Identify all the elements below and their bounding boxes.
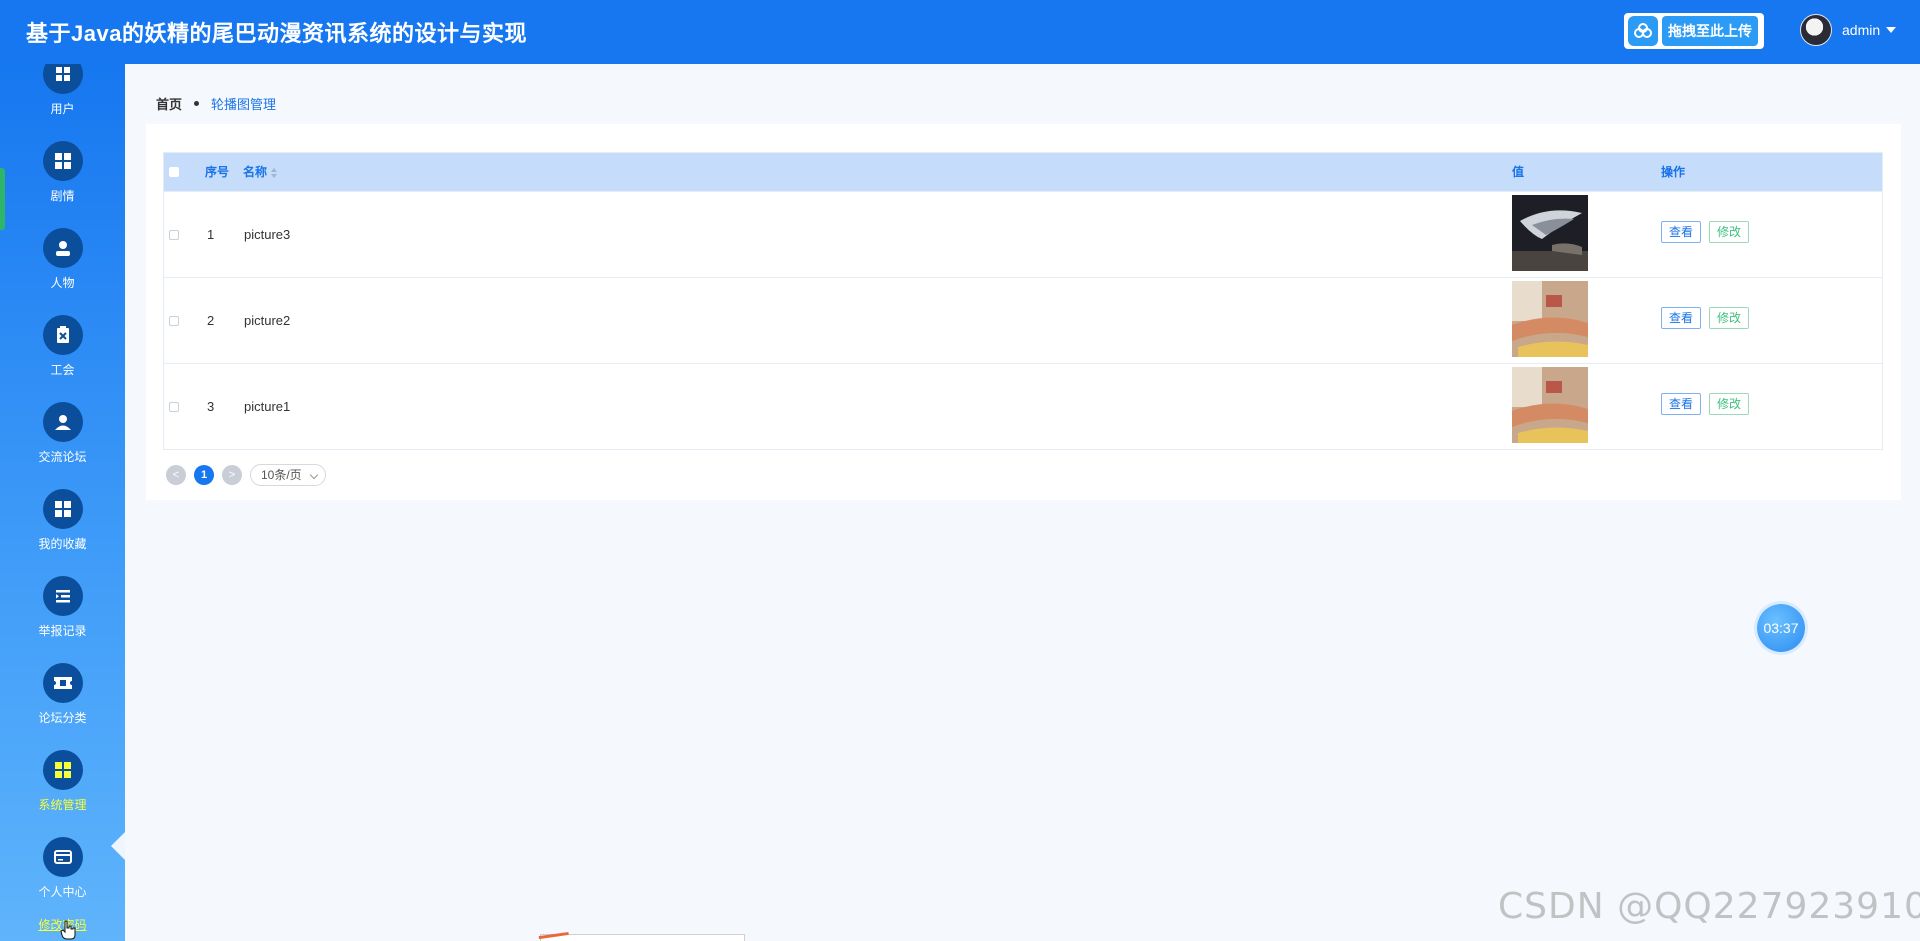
- column-header-name-label: 名称: [243, 165, 268, 179]
- app-title: 基于Java的妖精的尾巴动漫资讯系统的设计与实现: [26, 21, 527, 46]
- user-menu[interactable]: admin: [1800, 14, 1897, 46]
- edit-button[interactable]: 修改: [1709, 393, 1750, 415]
- breadcrumb-current: 轮播图管理: [211, 97, 277, 112]
- row-index: 1: [207, 227, 215, 242]
- row-checkbox[interactable]: [169, 230, 179, 240]
- sidebar-item-label: 举报记录: [38, 624, 87, 638]
- row-checkbox[interactable]: [169, 316, 179, 326]
- view-button[interactable]: 查看: [1661, 393, 1702, 415]
- sidebar-item-label: 用户: [50, 102, 75, 116]
- sidebar-item-system[interactable]: 系统管理: [0, 750, 125, 813]
- next-page-button[interactable]: >: [222, 465, 242, 485]
- caret-down-icon: [1886, 27, 1897, 33]
- sidebar-item-guild[interactable]: 工会: [0, 315, 125, 378]
- partial-window-edge: [540, 934, 745, 941]
- prev-page-button[interactable]: <: [166, 465, 186, 485]
- sidebar-item-label: 我的收藏: [38, 537, 87, 551]
- sidebar-item-label: 交流论坛: [38, 450, 87, 464]
- table-row: 3 picture1 查看 修改: [164, 363, 1882, 449]
- view-button[interactable]: 查看: [1661, 221, 1702, 243]
- content-card: 序号 名称 值 操作 1 picture3 查看 修改 2 picture2 查…: [146, 124, 1901, 500]
- page-size-select[interactable]: 10条/页: [250, 464, 326, 486]
- row-thumbnail-image[interactable]: [1512, 281, 1588, 357]
- row-thumbnail-image[interactable]: [1512, 195, 1588, 271]
- sidebar-item-plot[interactable]: 剧情: [0, 141, 125, 204]
- username: admin: [1842, 22, 1881, 38]
- top-bar: 基于Java的妖精的尾巴动漫资讯系统的设计与实现 拖拽至此上传 admin: [0, 0, 1920, 64]
- person-icon: [42, 228, 83, 268]
- pagination: < 1 > 10条/页: [166, 464, 326, 486]
- edit-button[interactable]: 修改: [1709, 307, 1750, 329]
- view-button[interactable]: 查看: [1661, 307, 1702, 329]
- sidebar-item-label: 剧情: [50, 189, 75, 203]
- watermark-text: CSDN @QQ2279239102: [1498, 886, 1920, 927]
- grid-icon: [42, 489, 83, 529]
- page-number-button[interactable]: 1: [194, 465, 214, 485]
- select-all-checkbox[interactable]: [169, 167, 179, 177]
- table-header: 序号 名称 值 操作: [164, 153, 1882, 191]
- cursor-hand-icon: [60, 920, 76, 940]
- ticket-icon: [42, 663, 83, 703]
- table-row: 1 picture3 查看 修改: [164, 191, 1882, 277]
- sidebar-item-user[interactable]: 用户: [0, 64, 125, 117]
- sidebar-item-label: 人物: [50, 276, 75, 290]
- sidebar-item-characters[interactable]: 人物: [0, 228, 125, 291]
- edit-button[interactable]: 修改: [1709, 221, 1750, 243]
- sidebar-item-forum[interactable]: 交流论坛: [0, 402, 125, 465]
- clipboard-x-icon: [42, 315, 83, 355]
- sort-icon[interactable]: [271, 167, 278, 178]
- timer-badge[interactable]: 03:37: [1757, 604, 1805, 652]
- sidebar: 用户 剧情 人物 工会 交流论坛 我的收藏 举报记录 论坛分类 系统管理 个人中…: [0, 64, 125, 941]
- breadcrumb-separator-dot: [194, 101, 200, 106]
- column-header-index: 序号: [205, 165, 230, 179]
- cloud-upload-icon: [1628, 16, 1658, 46]
- sidebar-item-favorites[interactable]: 我的收藏: [0, 489, 125, 552]
- user-icon: [42, 64, 83, 94]
- column-header-value: 值: [1512, 165, 1525, 179]
- avatar: [1800, 14, 1832, 46]
- table-row: 2 picture2 查看 修改: [164, 277, 1882, 363]
- sidebar-item-profile[interactable]: 个人中心: [0, 837, 125, 900]
- row-checkbox[interactable]: [169, 402, 179, 412]
- carousel-table: 序号 名称 值 操作 1 picture3 查看 修改 2 picture2 查…: [163, 152, 1883, 450]
- row-name: picture3: [244, 227, 291, 242]
- sidebar-item-label: 系统管理: [38, 798, 87, 812]
- sidebar-item-label: 个人中心: [38, 885, 87, 899]
- row-name: picture1: [244, 399, 291, 414]
- breadcrumb-home[interactable]: 首页: [156, 94, 182, 113]
- column-header-actions: 操作: [1661, 165, 1686, 179]
- row-index: 2: [207, 313, 215, 328]
- upload-label: 拖拽至此上传: [1662, 16, 1758, 46]
- sidebar-item-reports[interactable]: 举报记录: [0, 576, 125, 639]
- person-icon: [42, 402, 83, 442]
- sidebar-item-label: 论坛分类: [38, 711, 87, 725]
- card-icon: [42, 837, 83, 877]
- breadcrumb: 首页 轮播图管理: [156, 94, 276, 113]
- upload-button[interactable]: 拖拽至此上传: [1624, 13, 1764, 49]
- column-header-name[interactable]: 名称: [243, 153, 278, 191]
- row-thumbnail-image[interactable]: [1512, 367, 1588, 443]
- sidebar-item-forum-categories[interactable]: 论坛分类: [0, 663, 125, 726]
- row-index: 3: [207, 399, 215, 414]
- grid-icon: [42, 141, 83, 181]
- grid-icon: [42, 750, 83, 790]
- row-name: picture2: [244, 313, 291, 328]
- collapse-sidebar-toggle[interactable]: [111, 832, 125, 860]
- list-indent-icon: [42, 576, 83, 616]
- sidebar-item-label: 工会: [50, 363, 75, 377]
